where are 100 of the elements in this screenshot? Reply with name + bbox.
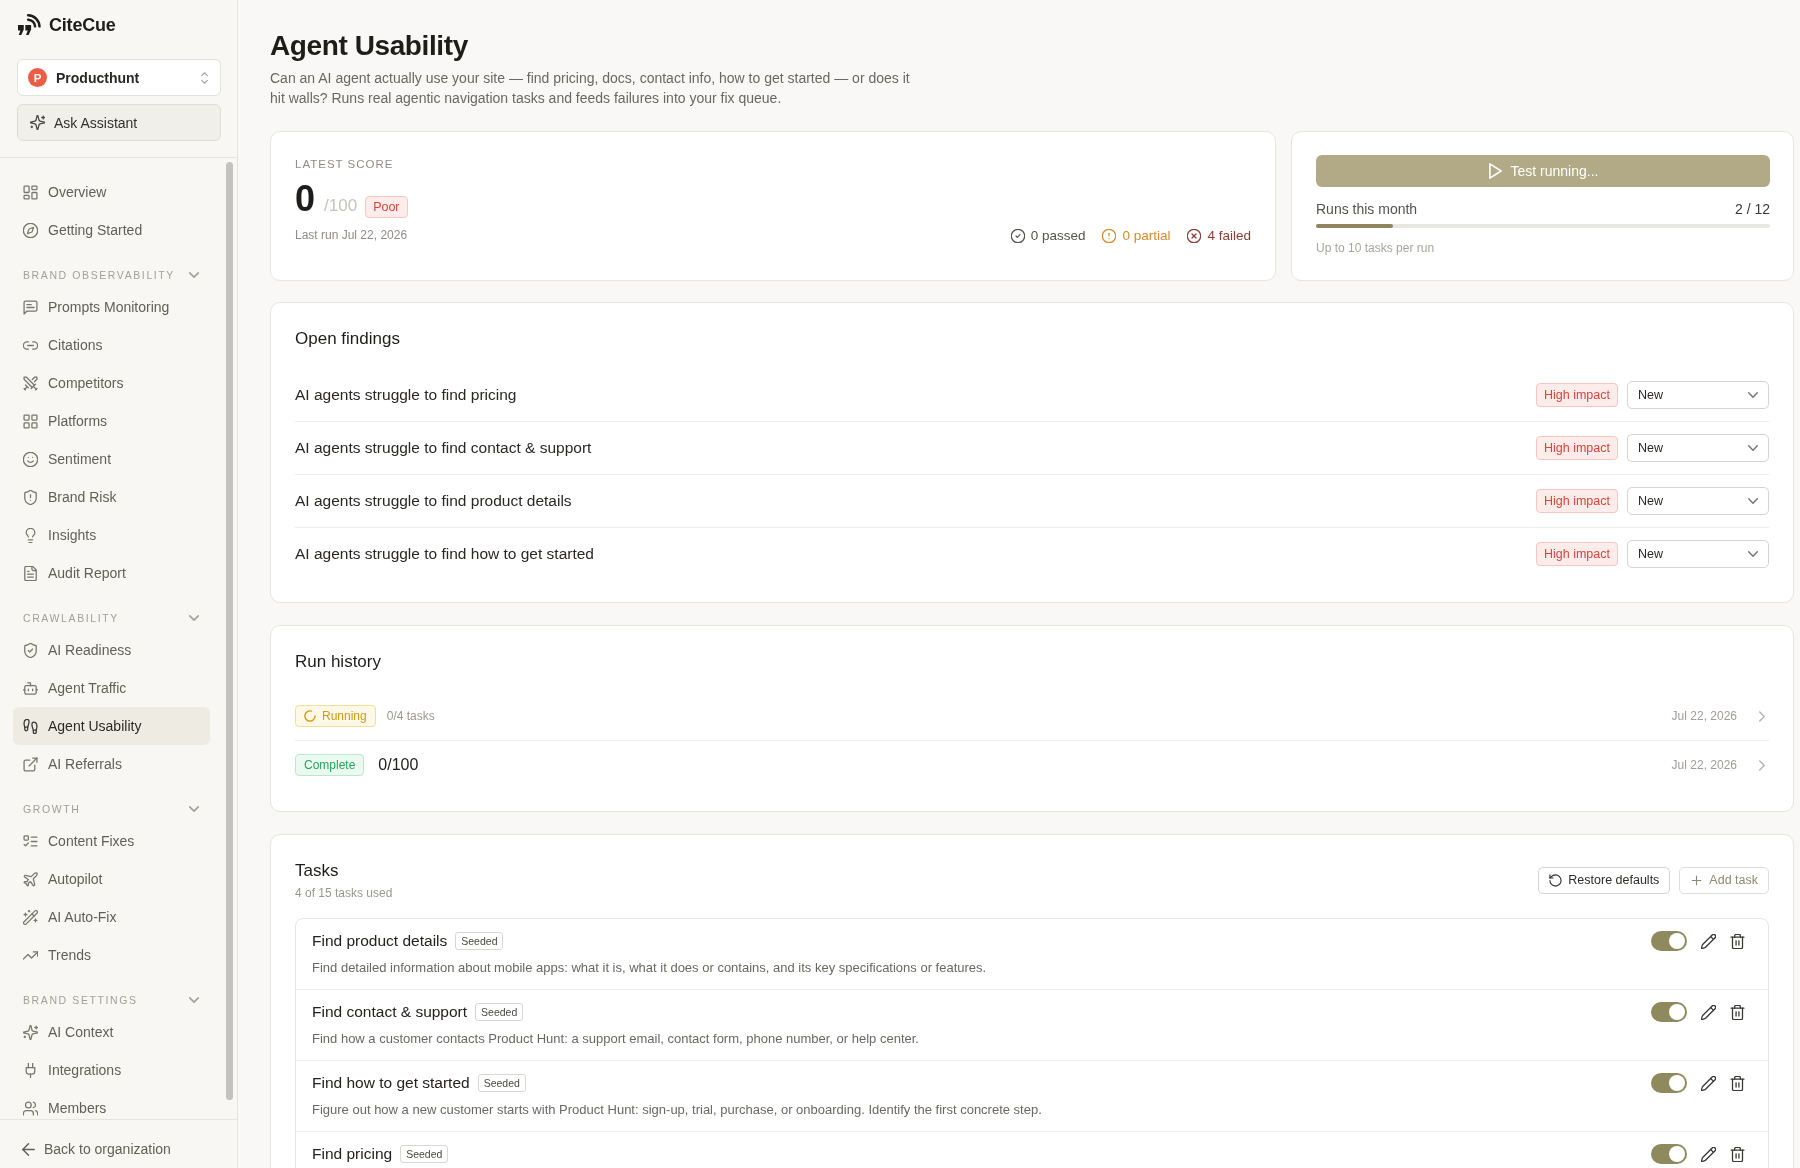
impact-badge: High impact [1536, 489, 1618, 513]
nav-item[interactable]: AI Auto-Fix [13, 898, 210, 936]
workspace-selector[interactable]: P Producthunt [17, 59, 221, 96]
magic-wand-icon [23, 909, 38, 925]
card-title: Run history [295, 651, 382, 673]
task-title: Find product details [312, 932, 448, 950]
trash-icon[interactable] [1730, 1075, 1745, 1091]
footprints-icon [23, 718, 38, 734]
external-link-icon [23, 756, 38, 772]
task-tag: Seeded [477, 1074, 526, 1092]
nav-item[interactable]: Audit Report [13, 554, 210, 592]
nav-item[interactable]: Brand Risk [13, 478, 210, 516]
chevrons-up-down-icon [201, 71, 208, 84]
run-date: Jul 22, 2026 [1671, 709, 1737, 723]
impact-badge: High impact [1536, 383, 1618, 407]
brand-name: CiteCue [49, 14, 116, 36]
sparkles-icon [30, 115, 45, 130]
status-dropdown[interactable]: New [1627, 540, 1769, 568]
score-value: 0 [295, 179, 316, 219]
back-link[interactable]: Back to organization [22, 1141, 171, 1157]
nav-item[interactable]: Members [13, 1089, 210, 1119]
pencil-icon[interactable] [1701, 933, 1716, 949]
usage-note: Up to 10 tasks per run [1316, 240, 1436, 256]
lightbulb-icon [23, 527, 38, 543]
trash-icon[interactable] [1730, 933, 1745, 949]
nav-item[interactable]: Getting Started [13, 211, 210, 249]
plug-icon [23, 1062, 38, 1078]
nav-item[interactable]: Citations [13, 326, 210, 364]
chevron-down-icon [1748, 445, 1758, 451]
logo-icon [17, 14, 41, 36]
pencil-icon[interactable] [1701, 1146, 1716, 1162]
spinner-icon [304, 710, 316, 722]
pencil-icon[interactable] [1701, 1075, 1716, 1091]
card-title: Tasks [295, 860, 340, 882]
nav-item[interactable]: Insights [13, 516, 210, 554]
card-title: Open findings [295, 328, 401, 350]
toggle-switch[interactable] [1651, 1002, 1687, 1022]
nav-item[interactable]: Agent Traffic [13, 669, 210, 707]
impact-badge: High impact [1536, 542, 1618, 566]
swords-icon [23, 375, 38, 391]
nav-item[interactable]: Competitors [13, 364, 210, 402]
nav-item[interactable]: Platforms [13, 402, 210, 440]
toggle-switch[interactable] [1651, 931, 1687, 951]
undo-icon [1549, 873, 1563, 887]
workspace-avatar: P [28, 68, 47, 87]
nav-item[interactable]: Agent Usability [13, 707, 210, 745]
finding-title: AI agents struggle to find pricing [295, 386, 518, 404]
usage-value: 2 / 12 [1734, 200, 1770, 218]
task-title: Find contact & support [312, 1003, 468, 1021]
compass-icon [23, 222, 38, 238]
rating-badge: Poor [365, 196, 408, 218]
nav-item[interactable]: Content Fixes [13, 822, 210, 860]
score-max: /100 [324, 196, 358, 216]
nav-item[interactable]: Autopilot [13, 860, 210, 898]
restore-defaults-button[interactable]: Restore defaults [1538, 866, 1671, 894]
finding-title: AI agents struggle to find product details [295, 492, 573, 510]
task-tag: Seeded [400, 1145, 449, 1163]
score-label: LATEST SCORE [295, 157, 395, 172]
finding-title: AI agents struggle to find how to get started [295, 545, 595, 563]
toggle-switch[interactable] [1651, 1144, 1687, 1164]
usage-label: Runs this month [1316, 200, 1418, 218]
toggle-switch[interactable] [1651, 1073, 1687, 1093]
chevron-down-icon [1748, 498, 1758, 504]
plane-icon [23, 871, 38, 887]
ask-assistant-button[interactable]: Ask Assistant [17, 104, 221, 141]
nav-item[interactable]: AI Context [13, 1013, 210, 1051]
task-title: Find pricing [312, 1145, 393, 1163]
impact-badge: High impact [1536, 436, 1618, 460]
status-dropdown[interactable]: New [1627, 381, 1769, 409]
trash-icon[interactable] [1730, 1004, 1745, 1020]
run-date: Jul 22, 2026 [1671, 758, 1737, 772]
nav-item[interactable]: Sentiment [13, 440, 210, 478]
task-tag: Seeded [455, 932, 504, 950]
task-tag: Seeded [475, 1003, 524, 1021]
nav-item[interactable]: AI Referrals [13, 745, 210, 783]
run-detail: 0/100 [378, 756, 420, 774]
trash-icon[interactable] [1730, 1146, 1745, 1162]
page-description: Can an AI agent actually use your site — find pricing, docs, contact info, how to get started — or does it hit walls? Runs real agentic navigation tasks and feeds failures into your fix queue. [270, 69, 911, 108]
pencil-icon[interactable] [1701, 1004, 1716, 1020]
smiley-icon [23, 451, 38, 467]
nav-item[interactable]: Prompts Monitoring [13, 288, 210, 326]
chevron-down-icon [1748, 551, 1758, 557]
scrollbar-thumb[interactable] [226, 162, 233, 1100]
robot-icon [23, 680, 38, 696]
dashboard-icon [23, 184, 38, 200]
nav-item[interactable]: Integrations [13, 1051, 210, 1089]
task-description: Find detailed information about mobile apps: what it is, what it does or contains, and its key specifications or features. [312, 959, 987, 977]
people-icon [23, 1100, 38, 1116]
tasks-usage-text: 4 of 15 tasks used [295, 885, 393, 901]
document-icon [23, 565, 38, 581]
failed-count: 4 failed [1207, 228, 1251, 243]
sparkles-icon [23, 1024, 38, 1040]
status-dropdown[interactable]: New [1627, 487, 1769, 515]
status-dropdown[interactable]: New [1627, 434, 1769, 462]
run-detail: 0/4 tasks [386, 709, 436, 723]
nav-item[interactable]: AI Readiness [13, 631, 210, 669]
checklist-icon [23, 833, 38, 849]
nav-item[interactable]: Overview [13, 173, 210, 211]
nav-item[interactable]: Trends [13, 936, 210, 974]
task-title: Find how to get started [312, 1074, 470, 1092]
